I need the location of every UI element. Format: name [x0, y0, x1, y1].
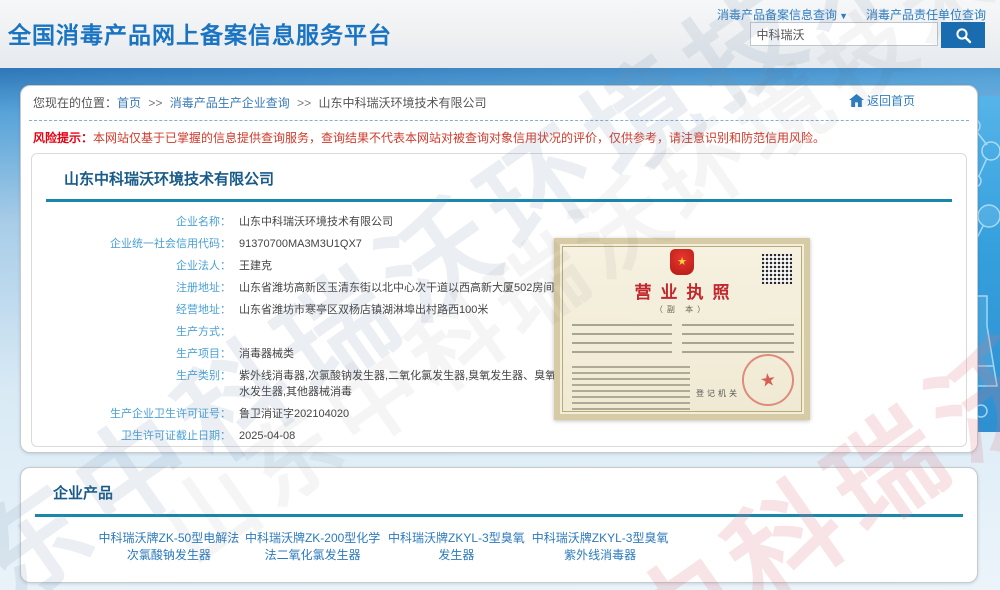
product-link-zkyl3-ozone[interactable]: 中科瑞沃牌ZKYL-3型臭氧发生器 — [385, 530, 529, 564]
nav-link-record-info-query[interactable]: 消毒产品备案信息查询▼ — [717, 8, 848, 22]
breadcrumb-current: 山东中科瑞沃环境技术有限公司 — [318, 96, 486, 110]
company-name-title: 山东中科瑞沃环境技术有限公司 — [64, 168, 274, 189]
field-row-hygiene-license-no: 生产企业卫生许可证号：鲁卫消证字202104020 — [32, 403, 572, 425]
products-title: 企业产品 — [53, 482, 113, 503]
field-row-production-mode: 生产方式： — [32, 321, 572, 343]
search-button[interactable] — [941, 22, 985, 48]
company-detail-panel: 您现在的位置：首页 >> 消毒产品生产企业查询 >> 山东中科瑞沃环境技术有限公… — [20, 85, 978, 453]
breadcrumb: 您现在的位置：首页 >> 消毒产品生产企业查询 >> 山东中科瑞沃环境技术有限公… — [33, 94, 965, 116]
license-subtitle: （副 本） — [560, 304, 804, 315]
field-row-production-category: 生产类别：紫外线消毒器,次氯酸钠发生器,二氧化氯发生器,臭氧发生器、臭氧水发生器… — [32, 365, 572, 403]
field-row-business-address: 经营地址：山东省潍坊市寒亭区双杨店镇湖淋埠出村路西100米 — [32, 299, 572, 321]
breadcrumb-category-link[interactable]: 消毒产品生产企业查询 — [170, 96, 290, 110]
risk-notice: 风险提示：本网站仅基于已掌握的信息提供查询服务，查询结果不代表本网站对被查询对象… — [33, 129, 965, 146]
business-license-image: ★ 营业执照 （副 本） 登记机关 ★ — [554, 238, 810, 420]
national-emblem-icon: ★ — [670, 249, 694, 275]
license-text-lines-right — [682, 324, 794, 358]
qr-code-icon — [762, 254, 792, 284]
field-row-registered-address: 注册地址：山东省潍坊高新区玉清东街以北中心次干道以西高新大厦502房间 — [32, 277, 572, 299]
products-panel: 企业产品 中科瑞沃牌ZK-50型电解法次氯酸钠发生器 中科瑞沃牌ZK-200型化… — [20, 467, 978, 583]
back-home-link[interactable]: 返回首页 — [849, 92, 915, 109]
breadcrumb-separator: >> — [297, 96, 311, 110]
license-text-lines-left — [572, 324, 672, 358]
breadcrumb-separator: >> — [148, 96, 162, 110]
product-link-zk50[interactable]: 中科瑞沃牌ZK-50型电解法次氯酸钠发生器 — [97, 530, 241, 564]
search-input[interactable] — [750, 22, 938, 46]
nav-link-responsible-unit-query[interactable]: 消毒产品责任单位查询 — [866, 8, 986, 22]
site-title: 全国消毒产品网上备案信息服务平台 — [8, 16, 392, 50]
dashed-divider — [29, 120, 969, 121]
license-scope-paragraph — [572, 366, 690, 410]
company-info-card: 山东中科瑞沃环境技术有限公司 企业名称：山东中科瑞沃环境技术有限公司 企业统一社… — [31, 153, 967, 447]
breadcrumb-label: 您现在的位置： — [33, 96, 117, 110]
home-icon — [849, 94, 864, 107]
caret-down-icon: ▼ — [839, 11, 848, 21]
header-nav: 消毒产品备案信息查询▼ 消毒产品责任单位查询 — [717, 6, 986, 23]
header: 全国消毒产品网上备案信息服务平台 消毒产品备案信息查询▼ 消毒产品责任单位查询 — [0, 0, 1000, 68]
search-icon — [955, 27, 972, 44]
breadcrumb-home-link[interactable]: 首页 — [117, 96, 141, 110]
license-issuer-label: 登记机关 — [696, 388, 740, 399]
product-list: 中科瑞沃牌ZK-50型电解法次氯酸钠发生器 中科瑞沃牌ZK-200型化学法二氧化… — [97, 530, 672, 564]
products-underline — [35, 514, 963, 517]
risk-notice-label: 风险提示： — [33, 131, 93, 145]
search-bar — [750, 22, 985, 48]
field-row-credit-code: 企业统一社会信用代码：91370700MA3M3U1QX7 — [32, 233, 572, 255]
product-link-zkyl3-uv[interactable]: 中科瑞沃牌ZKYL-3型臭氧紫外线消毒器 — [528, 530, 672, 564]
field-row-legal-person: 企业法人：王建克 — [32, 255, 572, 277]
product-link-zk200[interactable]: 中科瑞沃牌ZK-200型化学法二氧化氯发生器 — [241, 530, 385, 564]
company-fields: 企业名称：山东中科瑞沃环境技术有限公司 企业统一社会信用代码：91370700M… — [32, 211, 572, 447]
page: 全国消毒产品网上备案信息服务平台 消毒产品备案信息查询▼ 消毒产品责任单位查询 您… — [0, 0, 1000, 590]
field-row-name: 企业名称：山东中科瑞沃环境技术有限公司 — [32, 211, 572, 233]
title-underline — [46, 199, 952, 202]
field-row-production-item: 生产项目：消毒器械类 — [32, 343, 572, 365]
field-row-license-expiry: 卫生许可证截止日期：2025-04-08 — [32, 425, 572, 447]
risk-notice-text: 本网站仅基于已掌握的信息提供查询服务，查询结果不代表本网站对被查询对象信用状况的… — [93, 131, 825, 145]
